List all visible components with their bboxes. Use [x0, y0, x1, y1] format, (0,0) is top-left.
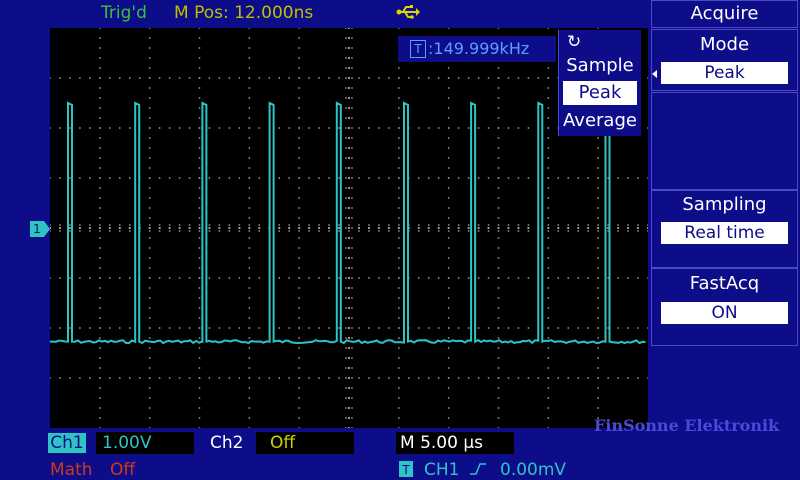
popup-option-sample[interactable]: Sample — [561, 54, 639, 78]
menu-mode-button[interactable]: Mode Peak — [651, 29, 798, 91]
ch1-label[interactable]: Ch1 — [48, 433, 86, 453]
horizontal-position: M Pos: 12.000ns — [174, 3, 314, 23]
popup-option-peak[interactable]: Peak — [563, 81, 637, 105]
menu-empty-slot[interactable] — [651, 92, 798, 190]
ch1-level-marker[interactable]: 1 — [30, 221, 50, 237]
fastacq-label: FastAcq — [689, 273, 760, 294]
math-label[interactable]: Math — [50, 460, 93, 480]
trigger-badge-icon: T — [399, 461, 413, 477]
ch1-waveform-trace — [50, 101, 646, 345]
cycle-icon: ↻ — [567, 32, 582, 52]
mode-value: Peak — [661, 62, 788, 84]
math-value: Off — [110, 460, 136, 480]
menu-fastacq-button[interactable]: FastAcq ON — [651, 268, 798, 346]
frequency-value: :149.999kHz — [428, 39, 530, 58]
frequency-readout: T:149.999kHz — [398, 36, 556, 62]
rising-edge-icon — [470, 463, 486, 475]
mode-label: Mode — [699, 34, 750, 55]
menu-title: Acquire — [690, 3, 759, 24]
selected-arrow-icon — [652, 70, 657, 78]
sampling-value: Real time — [661, 222, 788, 244]
menu-header: Acquire — [651, 0, 798, 28]
watermark: FinSonne Elektronik — [594, 416, 780, 435]
sampling-label: Sampling — [682, 194, 767, 215]
trigger-badge-icon: T — [410, 40, 426, 58]
fastacq-value: ON — [661, 302, 788, 324]
trigger-status: Trig'd — [101, 3, 147, 23]
trigger-level: 0.00mV — [500, 460, 567, 480]
popup-option-average[interactable]: Average — [561, 109, 639, 133]
ch2-label[interactable]: Ch2 — [210, 433, 243, 453]
menu-sampling-button[interactable]: Sampling Real time — [651, 190, 798, 268]
mode-popup-menu[interactable]: ↻ Sample Peak Average — [558, 30, 641, 136]
usb-icon — [396, 5, 420, 19]
timebase-readout: M 5.00 µs — [396, 432, 514, 454]
ch2-scale: Off — [256, 432, 354, 454]
ch1-scale: 1.00V — [96, 432, 194, 454]
trigger-source: CH1 — [424, 460, 460, 480]
